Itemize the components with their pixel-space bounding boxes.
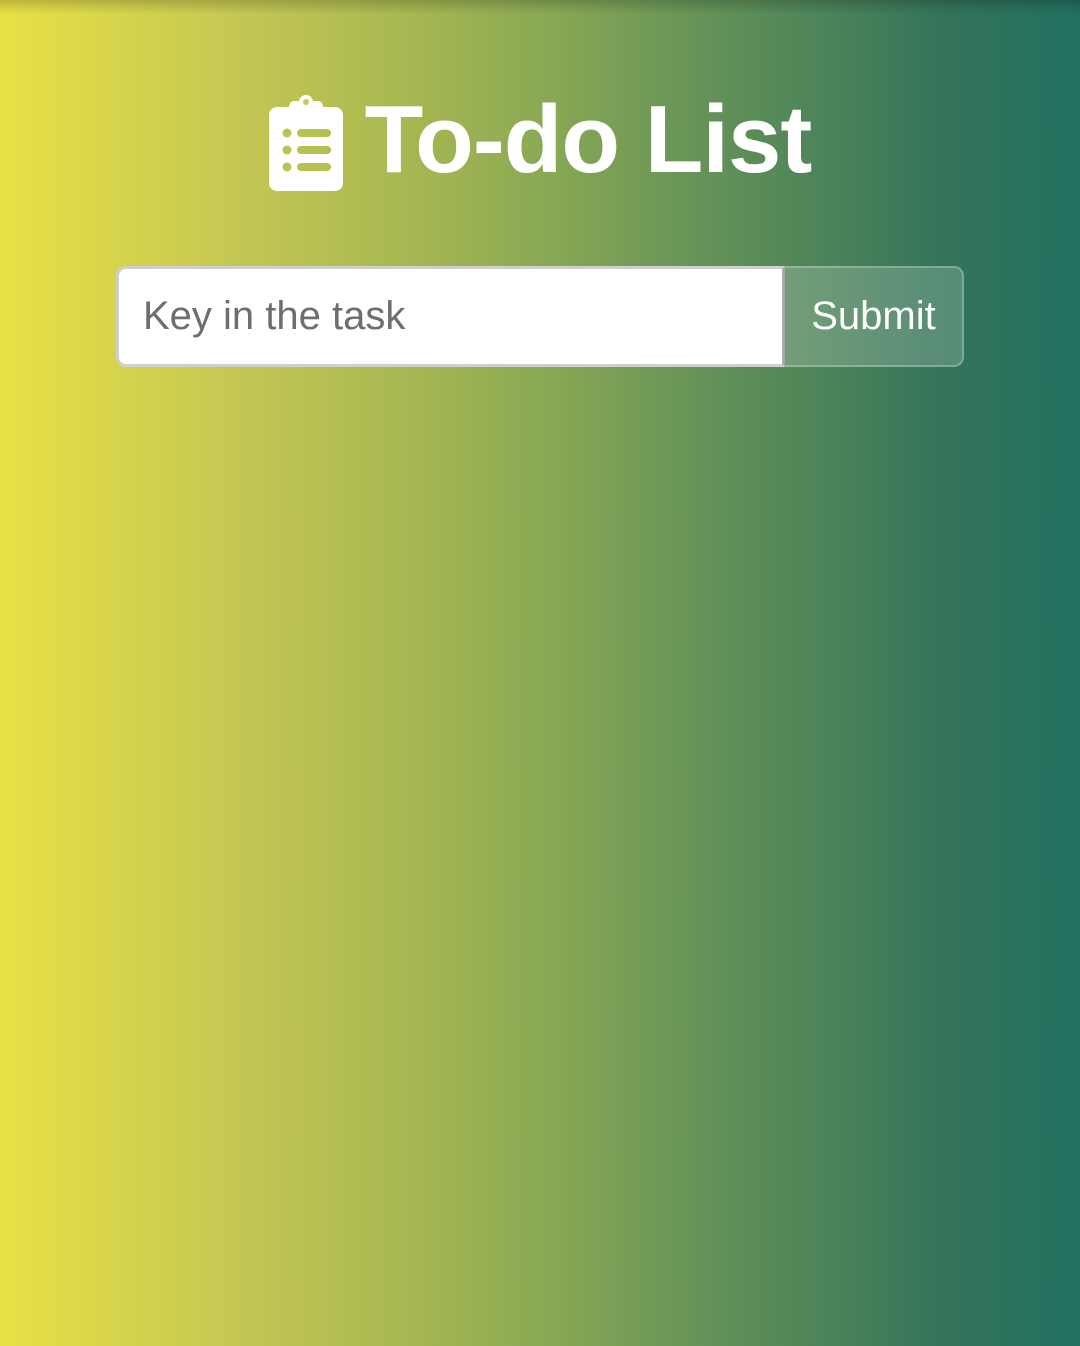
page-header: To-do List — [0, 80, 1080, 200]
clipboard-list-icon — [268, 95, 343, 191]
top-shadow — [0, 0, 1080, 14]
submit-button[interactable]: Submit — [785, 266, 964, 367]
task-form: Submit — [116, 266, 964, 367]
task-input[interactable] — [116, 266, 785, 367]
page-title: To-do List — [364, 86, 813, 193]
